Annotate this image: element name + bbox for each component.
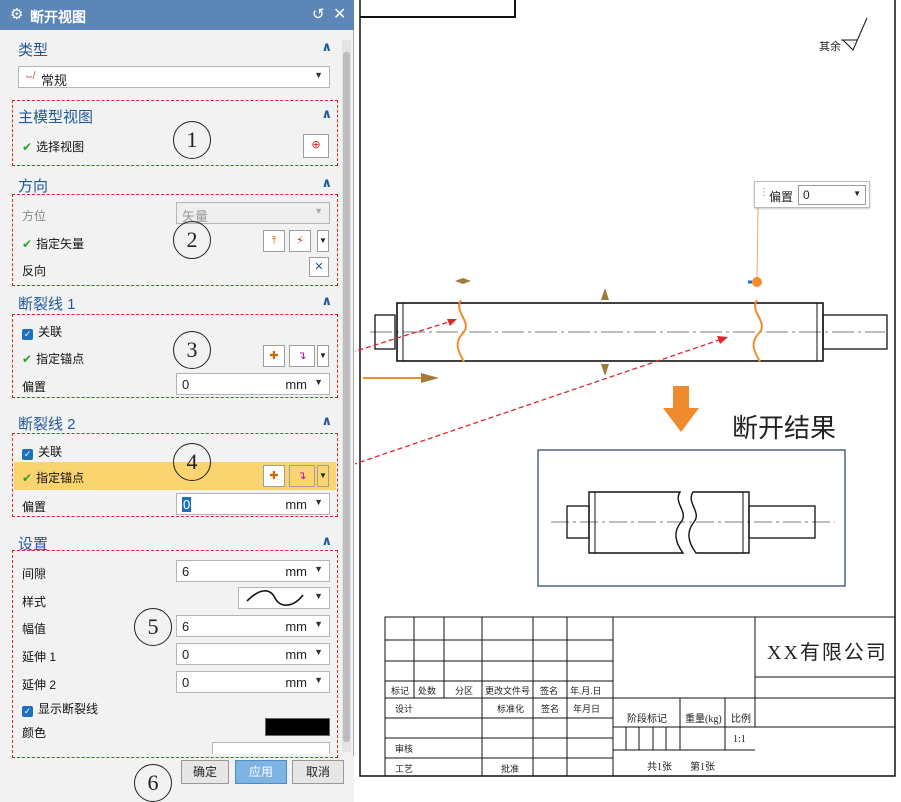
result-frame	[537, 449, 846, 587]
chevron-down-icon[interactable]: ▼	[314, 70, 323, 80]
annotation-box-4	[12, 433, 338, 517]
ok-button[interactable]: 确定	[181, 760, 229, 784]
section-title: 断裂线 1	[18, 296, 76, 313]
review-label: 审核	[395, 744, 414, 754]
callout-2: 2	[173, 221, 211, 259]
chevron-up-icon[interactable]: ∧	[321, 413, 332, 429]
weight-label: 重量(kg)	[685, 714, 722, 725]
break-view-dialog: ⚙ 断开视图 ↺ ✕ 类型 ∧ 常规 ⇎ ▼ 主模型视图 ∧ ✔ 选择视图 ⊕ 方…	[0, 0, 354, 802]
header-count: 处数	[418, 686, 437, 696]
surface-note: 其余	[819, 41, 841, 53]
drag-handle-icon[interactable]: ⋮	[759, 187, 769, 198]
callout-5: 5	[134, 608, 172, 646]
design-label: 设计	[395, 704, 414, 714]
section-type-header[interactable]: 类型 ∧	[12, 36, 340, 60]
company-name: XX有限公司	[767, 642, 888, 664]
header-change-doc: 更改文件号	[485, 686, 531, 696]
section-title: 断裂线 2	[18, 416, 76, 433]
break-type-icon: ⇎	[24, 71, 34, 82]
offset-popup[interactable]: ⋮ 偏置 0 ▼	[754, 181, 870, 208]
callout-6: 6	[134, 764, 172, 802]
result-down-arrow-icon	[663, 386, 699, 432]
section-direction-header[interactable]: 方向 ∧	[12, 172, 340, 196]
callout-4: 4	[173, 443, 211, 481]
pointer-arrow-2-head	[717, 336, 728, 344]
section-title: 类型	[18, 42, 49, 59]
drawing-canvas[interactable]: 其余 ⋮ 偏置 0 ▼ 断开结果 XX有限公司 标记 处数 分区 更改文件号 签…	[355, 0, 901, 802]
top-direction-marker	[601, 288, 609, 300]
sheet-corner-mark	[360, 0, 516, 18]
popup-leader-line	[756, 207, 759, 283]
callout-1: 1	[173, 121, 211, 159]
scale-label: 比例	[731, 714, 751, 725]
apply-button[interactable]: 应用	[235, 760, 287, 784]
pointer-arrow-1-head	[447, 319, 457, 326]
chevron-up-icon[interactable]: ∧	[321, 175, 332, 191]
standardize-label: 标准化	[497, 704, 525, 714]
sheets-total: 共1张	[647, 762, 672, 773]
dialog-scrollbar[interactable]	[342, 40, 351, 752]
chevron-up-icon[interactable]: ∧	[321, 39, 332, 55]
scrollbar-thumb[interactable]	[343, 52, 350, 742]
cancel-button[interactable]: 取消	[292, 760, 344, 784]
chevron-up-icon[interactable]: ∧	[321, 533, 332, 549]
pointer-arrow-1	[355, 319, 456, 352]
signature-label: 签名	[541, 704, 560, 714]
vector-arrow-head	[421, 373, 439, 383]
header-zone: 分区	[455, 686, 474, 696]
break-line-1	[456, 299, 467, 363]
popup-offset-label: 偏置	[769, 190, 794, 204]
type-select[interactable]: 常规 ⇎ ▼	[18, 66, 330, 88]
header-date: 年.月.日	[570, 686, 602, 696]
section-break1-header[interactable]: 断裂线 1 ∧	[12, 290, 340, 314]
break-line-2	[752, 299, 763, 363]
surface-symbol-icon	[842, 17, 868, 51]
anchor-marker-1	[455, 278, 471, 284]
type-value: 常规	[41, 73, 68, 88]
dialog-title: 断开视图	[30, 9, 86, 25]
chevron-up-icon[interactable]: ∧	[321, 293, 332, 309]
dialog-titlebar: ⚙ 断开视图 ↺ ✕	[0, 0, 354, 30]
section-title: 方向	[18, 178, 49, 195]
stage-mark-label: 阶段标记	[627, 714, 667, 725]
header-signature: 签名	[540, 686, 559, 696]
section-break2-header[interactable]: 断裂线 2 ∧	[12, 410, 340, 434]
result-label: 断开结果	[732, 414, 837, 443]
date-label: 年月日	[573, 704, 601, 714]
gear-icon[interactable]: ⚙	[10, 5, 23, 23]
process-label: 工艺	[395, 764, 414, 774]
bottom-direction-marker	[601, 364, 609, 376]
header-mark: 标记	[391, 686, 410, 696]
close-icon[interactable]: ✕	[333, 4, 346, 24]
scale-value: 1:1	[733, 734, 746, 745]
popup-offset-input[interactable]: 0 ▼	[798, 185, 866, 205]
drawing-svg	[355, 0, 896, 777]
reset-icon[interactable]: ↺	[312, 5, 325, 23]
anchor-marker-2	[752, 277, 762, 287]
chevron-down-icon[interactable]: ▼	[853, 189, 861, 198]
sheet-number: 第1张	[690, 762, 715, 773]
annotation-box-5	[12, 550, 338, 758]
callout-3: 3	[173, 331, 211, 369]
approve-label: 批准	[501, 764, 520, 774]
popup-offset-value: 0	[803, 188, 810, 202]
